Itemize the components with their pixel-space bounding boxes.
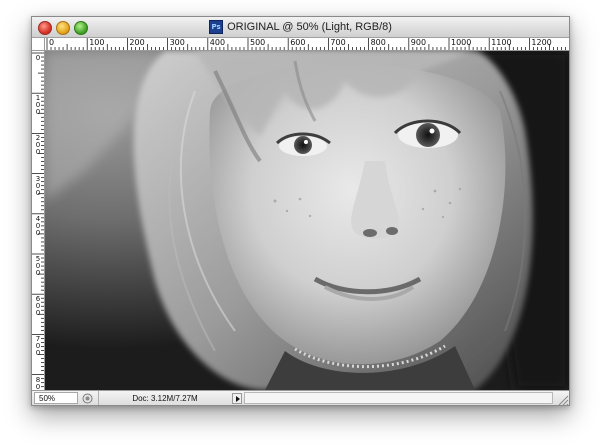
ruler-label: 300 xyxy=(35,174,41,197)
zoom-level-field[interactable]: 50% xyxy=(34,392,78,404)
status-bar: 50% Doc: 3.12M/7.27M xyxy=(32,390,569,406)
window-title: ORIGINAL @ 50% (Light, RGB/8) xyxy=(227,21,392,33)
ruler-label: 1200 xyxy=(531,38,552,47)
ruler-label: 100 xyxy=(89,38,105,47)
ruler-label: 500 xyxy=(250,38,266,47)
title-bar[interactable]: Ps ORIGINAL @ 50% (Light, RGB/8) xyxy=(32,17,569,38)
portrait-photo xyxy=(45,51,569,390)
info-icon[interactable] xyxy=(82,393,93,404)
ruler-label: 200 xyxy=(129,38,145,47)
ruler-label: 400 xyxy=(209,38,226,47)
ruler-label: 1100 xyxy=(491,38,512,47)
document-window: Ps ORIGINAL @ 50% (Light, RGB/8) 0 100 200… xyxy=(31,16,570,406)
ruler-label: 400 xyxy=(35,214,41,237)
ruler-label: 200 xyxy=(35,134,41,157)
ruler-label: 100 xyxy=(35,94,41,117)
ruler-label: 500 xyxy=(35,255,41,277)
triangle-right-icon[interactable] xyxy=(232,393,242,404)
ruler-label: 600 xyxy=(35,295,41,318)
ruler-origin[interactable] xyxy=(32,38,45,51)
horizontal-scrollbar[interactable] xyxy=(244,392,553,404)
horizontal-ruler[interactable]: 0 100 200 300 400 500 600 700 800 900 1000 1100 1200 xyxy=(45,38,569,51)
ruler-label: 600 xyxy=(290,38,306,47)
ruler-label: 0 xyxy=(49,38,55,47)
resize-grip-icon[interactable] xyxy=(555,391,569,406)
ruler-label: 300 xyxy=(169,38,185,47)
ruler-label: 700 xyxy=(330,38,346,47)
vertical-ruler[interactable]: 0100200300400500600700800 xyxy=(32,51,45,397)
ps-icon: Ps xyxy=(209,20,224,34)
document-size-info: Doc: 3.12M/7.27M xyxy=(98,391,231,405)
image-canvas[interactable] xyxy=(45,51,569,390)
ruler-label: 700 xyxy=(35,335,41,358)
ruler-label: 800 xyxy=(370,38,386,47)
ruler-label: 1000 xyxy=(451,38,472,47)
ruler-label: 0 xyxy=(35,54,41,62)
title-group: Ps ORIGINAL @ 50% (Light, RGB/8) xyxy=(32,17,569,37)
ruler-label: 900 xyxy=(410,38,427,47)
